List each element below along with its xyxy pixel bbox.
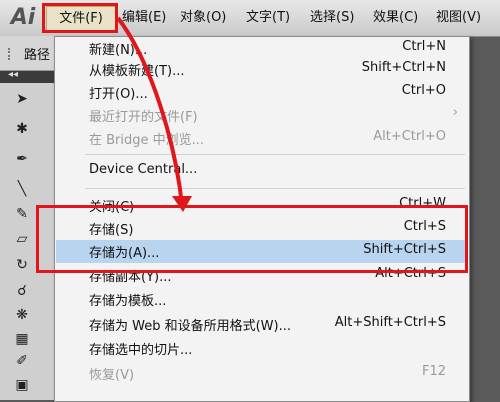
menu-item-shortcut: Ctrl+O: [401, 83, 446, 98]
file-menu-highlight: [42, 3, 118, 33]
menu-select[interactable]: 选择(S): [310, 8, 354, 28]
menu-effect[interactable]: 效果(C): [373, 8, 418, 28]
slice-tool-icon[interactable]: ▣: [12, 375, 32, 395]
selection-tool-icon[interactable]: ➤: [12, 89, 32, 109]
menu-item-label: 在 Bridge 中浏览...: [89, 133, 205, 148]
menu-item-label: 从模板新建(T)...: [89, 64, 185, 79]
menu-item-save-slices[interactable]: 存储选中的切片...: [56, 337, 468, 360]
control-bar: 路径: [0, 36, 54, 71]
mesh-tool-icon[interactable]: ▦: [12, 329, 32, 349]
brush-tool-icon[interactable]: ✎: [12, 204, 32, 224]
menu-item-shortcut: Alt+Ctrl+O: [373, 129, 446, 144]
menu-item-label: 打开(O)...: [89, 87, 148, 102]
grip-icon[interactable]: [8, 48, 18, 60]
pen-tool-icon[interactable]: ✒: [12, 149, 32, 169]
magic-wand-tool-icon[interactable]: ✱: [12, 119, 32, 139]
menu-item-label: 恢复(V): [89, 368, 135, 383]
tools-panel-header[interactable]: ◂◂: [0, 69, 54, 83]
menu-item-open[interactable]: 打开(O)... Ctrl+O: [56, 81, 468, 104]
control-bar-label: 路径: [24, 48, 51, 63]
menu-item-browse-bridge[interactable]: 在 Bridge 中浏览... Alt+Ctrl+O: [56, 127, 468, 150]
menu-item-label: 存储为模板...: [89, 294, 167, 309]
menu-item-new[interactable]: 新建(N)... Ctrl+N: [56, 37, 468, 60]
menu-item-recent-files[interactable]: 最近打开的文件(F) ›: [56, 104, 468, 127]
app-logo: Ai: [10, 5, 36, 30]
menu-item-shortcut: F12: [421, 364, 446, 379]
menu-item-save-template[interactable]: 存储为模板...: [56, 288, 468, 311]
rotate-tool-icon[interactable]: ↻: [12, 255, 32, 275]
menu-item-label: 存储选中的切片...: [89, 343, 193, 358]
eyedropper-tool-icon[interactable]: ✐: [12, 351, 32, 371]
menu-item-shortcut: Ctrl+N: [402, 39, 446, 54]
menu-item-revert[interactable]: 恢复(V) F12: [56, 362, 468, 385]
menu-item-shortcut: Shift+Ctrl+N: [361, 60, 446, 75]
symbol-sprayer-tool-icon[interactable]: ❋: [12, 305, 32, 325]
menu-view[interactable]: 视图(V): [436, 8, 481, 28]
menu-item-device-central[interactable]: Device Central...: [56, 160, 468, 183]
menu-item-label: 存储为 Web 和设备所用格式(W)...: [89, 319, 292, 334]
menu-item-label: Device Central...: [89, 162, 198, 177]
submenu-arrow-icon: ›: [452, 105, 458, 120]
eraser-tool-icon[interactable]: ▱: [12, 229, 32, 249]
menu-item-new-from-template[interactable]: 从模板新建(T)... Shift+Ctrl+N: [56, 58, 468, 81]
collapse-icon[interactable]: ◂◂: [8, 69, 18, 80]
menu-item-shortcut: Alt+Shift+Ctrl+S: [334, 315, 446, 330]
menu-separator: [85, 188, 465, 189]
menu-item-label: 最近打开的文件(F): [89, 110, 198, 125]
menu-item-label: 新建(N)...: [89, 43, 148, 58]
menu-object[interactable]: 对象(O): [180, 8, 226, 28]
line-tool-icon[interactable]: ╲: [12, 179, 32, 199]
warp-tool-icon[interactable]: ☌: [12, 281, 32, 301]
menu-edit[interactable]: 编辑(E): [122, 8, 166, 28]
menu-separator: [85, 154, 465, 155]
menu-item-save-for-web[interactable]: 存储为 Web 和设备所用格式(W)... Alt+Shift+Ctrl+S: [56, 313, 468, 336]
menu-type[interactable]: 文字(T): [246, 8, 290, 28]
save-items-highlight: [36, 205, 468, 273]
